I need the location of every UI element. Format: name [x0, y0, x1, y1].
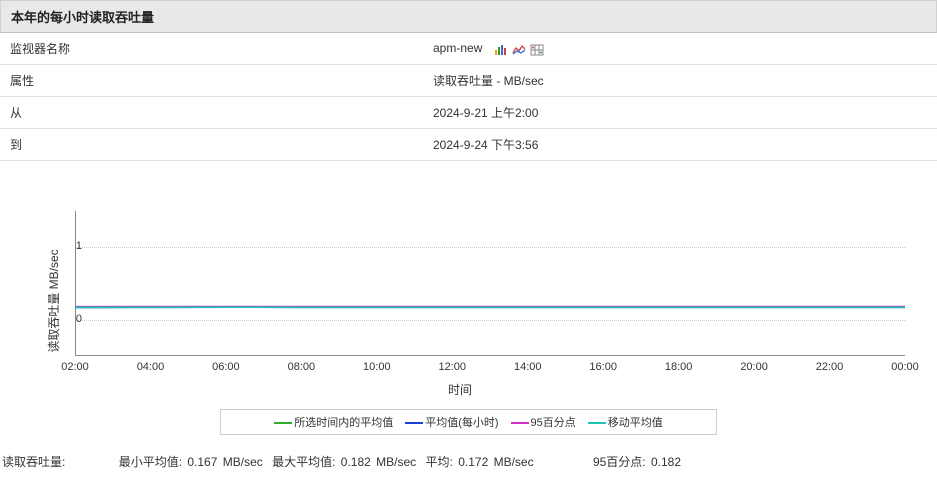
- y-tick-label: 0: [57, 313, 82, 325]
- gridline: [76, 320, 905, 321]
- panel-title: 本年的每小时读取吞吐量: [11, 10, 154, 25]
- legend-swatch: [274, 422, 292, 424]
- chart: 读取吞吐量 MB/sec 0 1 02:00 04:00 06:00 08:00 10:0…: [0, 201, 920, 401]
- x-tick-label: 06:00: [212, 361, 240, 373]
- table-row: 从 2024-9-21 上午2:00: [0, 97, 937, 129]
- info-label: 属性: [0, 65, 423, 97]
- monitor-name-value: apm-new: [433, 41, 482, 55]
- stats-min-label: 最小平均值:: [119, 455, 182, 469]
- stats-min: 最小平均值: 0.167 MB/sec: [119, 453, 263, 470]
- legend-item: 所选时间内的平均值: [274, 414, 393, 430]
- plot-area: [75, 211, 905, 356]
- stats-max: 最大平均值: 0.182 MB/sec: [272, 453, 416, 470]
- stats-min-unit: MB/sec: [223, 455, 263, 469]
- info-value-cell: apm-new: [423, 33, 937, 65]
- chart-legend: 所选时间内的平均值 平均值(每小时) 95百分点 移动平均值: [220, 409, 717, 435]
- info-table: 监视器名称 apm-new 属性 读取吞吐量 - MB/sec 从 2024-9…: [0, 33, 937, 161]
- x-tick-label: 18:00: [665, 361, 693, 373]
- x-tick-label: 10:00: [363, 361, 391, 373]
- legend-swatch: [405, 422, 423, 424]
- gridline: [76, 247, 905, 248]
- stats-max-label: 最大平均值:: [272, 455, 335, 469]
- panel-header: 本年的每小时读取吞吐量: [0, 0, 937, 33]
- info-label: 监视器名称: [0, 33, 423, 65]
- line-chart-icon[interactable]: [512, 44, 526, 56]
- stats-avg-label: 平均:: [426, 455, 453, 469]
- y-axis-label: 读取吞吐量 MB/sec: [45, 249, 62, 352]
- x-axis-label: 时间: [448, 381, 472, 398]
- stats-p95-label: 95百分点:: [593, 455, 646, 469]
- x-tick-label: 08:00: [288, 361, 316, 373]
- stats-p95-value: 0.182: [651, 455, 681, 469]
- legend-item: 平均值(每小时): [405, 414, 498, 430]
- stats-avg: 平均: 0.172 MB/sec: [426, 453, 534, 470]
- info-label: 从: [0, 97, 423, 129]
- info-value: 2024-9-24 下午3:56: [423, 129, 937, 161]
- table-row: 属性 读取吞吐量 - MB/sec: [0, 65, 937, 97]
- info-value: 2024-9-21 上午2:00: [423, 97, 937, 129]
- x-tick-label: 16:00: [589, 361, 617, 373]
- legend-item: 95百分点: [511, 414, 576, 430]
- stats-max-value: 0.182: [341, 455, 371, 469]
- legend-label: 所选时间内的平均值: [294, 417, 393, 429]
- legend-item: 移动平均值: [588, 414, 663, 430]
- y-tick-label: 1: [57, 240, 82, 252]
- x-tick-label: 02:00: [61, 361, 89, 373]
- x-tick-label: 20:00: [740, 361, 768, 373]
- legend-swatch: [511, 422, 529, 424]
- info-label: 到: [0, 129, 423, 161]
- bar-chart-icon[interactable]: [494, 44, 508, 56]
- legend-swatch: [588, 422, 606, 424]
- stats-p95: 95百分点: 0.182: [593, 453, 681, 470]
- x-tick-label: 00:00: [891, 361, 919, 373]
- stats-metric-label: 读取吞吐量:: [2, 453, 65, 470]
- stats-max-unit: MB/sec: [376, 455, 416, 469]
- legend-label: 移动平均值: [608, 417, 663, 429]
- stats-avg-value: 0.172: [458, 455, 488, 469]
- table-row: 监视器名称 apm-new: [0, 33, 937, 65]
- x-tick-label: 14:00: [514, 361, 542, 373]
- stats-row: 读取吞吐量: 最小平均值: 0.167 MB/sec 最大平均值: 0.182 …: [0, 449, 937, 474]
- legend-label: 平均值(每小时): [425, 417, 498, 429]
- monitor-icons: [494, 42, 546, 56]
- x-tick-label: 22:00: [816, 361, 844, 373]
- x-tick-label: 12:00: [439, 361, 467, 373]
- stats-min-value: 0.167: [187, 455, 217, 469]
- info-value: 读取吞吐量 - MB/sec: [423, 65, 937, 97]
- table-row: 到 2024-9-24 下午3:56: [0, 129, 937, 161]
- grid-icon[interactable]: [530, 44, 544, 56]
- x-tick-label: 04:00: [137, 361, 165, 373]
- legend-label: 95百分点: [531, 417, 576, 429]
- stats-avg-unit: MB/sec: [494, 455, 534, 469]
